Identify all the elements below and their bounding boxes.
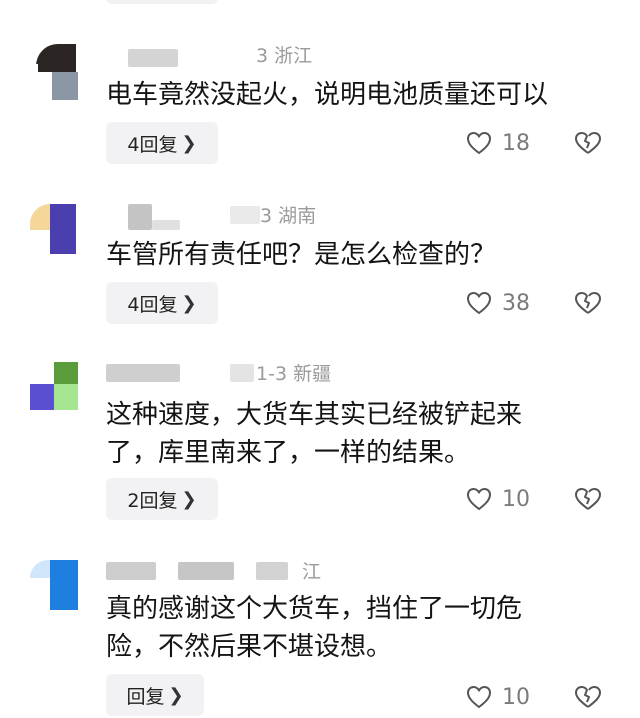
comment-body: 车管所有责任吧？是怎么检查的？ bbox=[106, 240, 497, 270]
broken-heart-icon bbox=[575, 292, 601, 314]
comment-meta: 3 湖南 bbox=[106, 204, 566, 230]
like-button[interactable]: 38 bbox=[466, 282, 546, 324]
comment-meta-text: 1-3 新疆 bbox=[256, 363, 332, 385]
heart-icon bbox=[466, 685, 492, 709]
view-replies-button[interactable]: 2回复 ❯ bbox=[106, 478, 218, 520]
dislike-button[interactable] bbox=[574, 676, 604, 718]
comment-meta-text: 3 浙江 bbox=[256, 45, 313, 67]
comment-meta: 江 bbox=[106, 560, 566, 584]
view-replies-button[interactable]: 4回复 ❯ bbox=[106, 122, 218, 164]
broken-heart-icon bbox=[575, 686, 601, 708]
chevron-right-icon: ❯ bbox=[181, 292, 197, 314]
reply-count-label: 回复 bbox=[126, 685, 165, 708]
comment-meta-text: 江 bbox=[302, 561, 322, 583]
avatar[interactable] bbox=[30, 204, 78, 260]
broken-heart-icon bbox=[575, 132, 601, 154]
reply-count-label: 4回复 bbox=[127, 133, 178, 156]
blurred-username bbox=[106, 364, 180, 382]
comment-body: 这种速度，大货车其实已经被铲起来 了，库里南来了，一样的结果。 bbox=[106, 400, 523, 468]
comment-meta: 1-3 新疆 bbox=[106, 362, 566, 386]
blurred-username bbox=[128, 49, 178, 67]
previous-reply-button[interactable] bbox=[106, 0, 218, 4]
avatar[interactable] bbox=[30, 560, 78, 616]
blurred-username bbox=[128, 204, 152, 230]
like-button[interactable]: 10 bbox=[466, 478, 546, 520]
like-count: 38 bbox=[502, 290, 530, 316]
like-button[interactable]: 10 bbox=[466, 676, 546, 718]
dislike-button[interactable] bbox=[574, 282, 604, 324]
broken-heart-icon bbox=[575, 488, 601, 510]
chevron-right-icon: ❯ bbox=[181, 488, 197, 510]
avatar[interactable] bbox=[30, 362, 78, 418]
heart-icon bbox=[466, 131, 492, 155]
reply-count-label: 4回复 bbox=[127, 293, 178, 316]
dislike-button[interactable] bbox=[574, 122, 604, 164]
like-count: 10 bbox=[502, 486, 530, 512]
like-count: 18 bbox=[502, 130, 530, 156]
chevron-right-icon: ❯ bbox=[168, 684, 184, 706]
view-replies-button[interactable]: 4回复 ❯ bbox=[106, 282, 218, 324]
avatar[interactable] bbox=[30, 44, 78, 100]
reply-count-label: 2回复 bbox=[127, 489, 178, 512]
blurred-username bbox=[106, 562, 156, 580]
like-button[interactable]: 18 bbox=[466, 122, 546, 164]
heart-icon bbox=[466, 487, 492, 511]
like-count: 10 bbox=[502, 684, 530, 710]
comment-meta: 3 浙江 bbox=[106, 44, 566, 68]
view-replies-button[interactable]: 回复 ❯ bbox=[106, 674, 204, 716]
comment-meta-text: 3 湖南 bbox=[260, 205, 317, 227]
dislike-button[interactable] bbox=[574, 478, 604, 520]
heart-icon bbox=[466, 291, 492, 315]
chevron-right-icon: ❯ bbox=[181, 132, 197, 154]
comment-body: 电车竟然没起火，说明电池质量还可以 bbox=[106, 80, 549, 110]
comment-body: 真的感谢这个大货车，挡住了一切危 险，不然后果不堪设想。 bbox=[106, 594, 523, 662]
